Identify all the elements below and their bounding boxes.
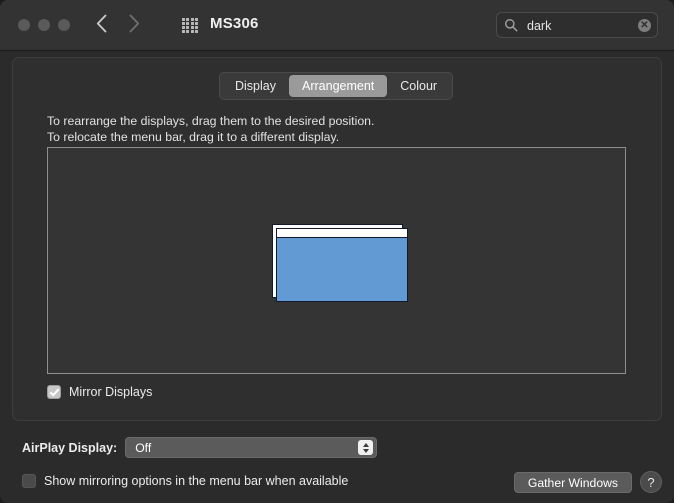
traffic-light-buttons bbox=[18, 19, 70, 31]
airplay-display-dropdown[interactable]: Off bbox=[125, 437, 378, 458]
search-icon bbox=[504, 18, 518, 37]
grid-view-icon[interactable] bbox=[182, 18, 198, 33]
instruction-line-2: To relocate the menu bar, drag it to a d… bbox=[47, 130, 340, 144]
search-field[interactable]: ✕ bbox=[496, 12, 658, 39]
instructions-text: To rearrange the displays, drag them to … bbox=[47, 113, 374, 145]
minimize-button[interactable] bbox=[38, 19, 50, 31]
zoom-button[interactable] bbox=[58, 19, 70, 31]
mirror-displays-row[interactable]: Mirror Displays bbox=[47, 385, 152, 399]
gather-windows-button[interactable]: Gather Windows bbox=[513, 472, 632, 493]
primary-display[interactable] bbox=[276, 228, 408, 302]
tab-bar: Display Arrangement Colour bbox=[219, 72, 454, 100]
display-arrangement-canvas[interactable] bbox=[47, 147, 626, 374]
airplay-display-label: AirPlay Display: bbox=[22, 440, 118, 455]
show-mirroring-options-row[interactable]: Show mirroring options in the menu bar w… bbox=[22, 474, 348, 488]
chevron-right-icon[interactable] bbox=[129, 14, 140, 33]
instruction-line-1: To rearrange the displays, drag them to … bbox=[47, 114, 375, 128]
clear-search-icon[interactable]: ✕ bbox=[638, 19, 651, 32]
mirror-displays-label: Mirror Displays bbox=[69, 385, 153, 399]
show-mirroring-options-checkbox[interactable] bbox=[22, 474, 36, 488]
airplay-display-row: AirPlay Display: Off bbox=[22, 437, 378, 458]
chevron-updown-icon[interactable] bbox=[358, 440, 374, 455]
window-titlebar: MS306 ✕ bbox=[0, 0, 674, 51]
tab-arrangement[interactable]: Arrangement bbox=[289, 75, 388, 97]
system-preferences-displays-window: MS306 ✕ Display Arrangement Colour To re… bbox=[0, 0, 674, 503]
close-button[interactable] bbox=[18, 19, 30, 31]
airplay-display-value: Off bbox=[135, 441, 152, 455]
window-title: MS306 bbox=[210, 15, 259, 32]
display-stack bbox=[272, 224, 408, 302]
tab-display[interactable]: Display bbox=[222, 75, 289, 97]
mirror-displays-checkbox[interactable] bbox=[47, 385, 61, 399]
chevron-left-icon[interactable] bbox=[96, 14, 107, 33]
display-screen-area bbox=[277, 238, 407, 301]
help-button[interactable]: ? bbox=[640, 471, 662, 493]
show-mirroring-options-label: Show mirroring options in the menu bar w… bbox=[44, 474, 349, 488]
navigation-arrows bbox=[96, 14, 140, 33]
display-menu-bar[interactable] bbox=[277, 229, 407, 238]
tab-colour[interactable]: Colour bbox=[387, 75, 450, 97]
search-input[interactable] bbox=[525, 13, 634, 39]
